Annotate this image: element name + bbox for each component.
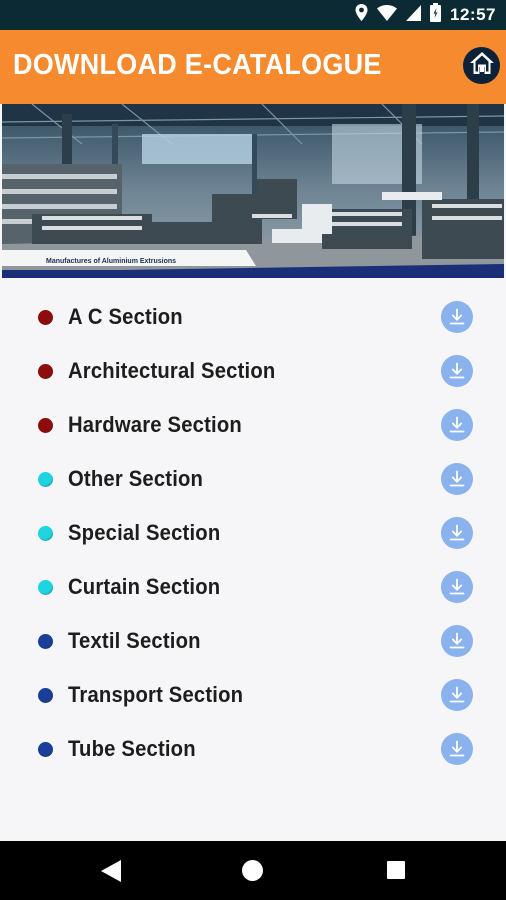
section-label: Textil Section (68, 628, 201, 653)
status-bar: 12:57 (0, 0, 506, 30)
back-icon[interactable] (101, 860, 121, 887)
banner-image: Manufactures of Aluminium Extrusions (2, 104, 504, 278)
signal-icon (406, 4, 422, 26)
app-bar: DOWNLOAD E-CATALOGUE (0, 30, 506, 104)
wifi-icon (377, 4, 398, 26)
download-icon (448, 740, 466, 758)
list-item[interactable]: Tube Section (0, 722, 506, 776)
list-item[interactable]: Hardware Section (0, 398, 506, 452)
download-icon (448, 686, 466, 704)
banner-caption: Manufactures of Aluminium Extrusions (46, 258, 177, 265)
download-icon (448, 416, 466, 434)
bullet-dot-icon (38, 417, 53, 433)
download-button[interactable] (441, 625, 473, 657)
section-label: Hardware Section (68, 412, 242, 437)
download-button[interactable] (441, 517, 473, 549)
download-button[interactable] (441, 301, 473, 333)
list-item[interactable]: A C Section (0, 290, 506, 344)
bullet-dot-icon (38, 579, 53, 595)
download-button[interactable] (441, 571, 473, 603)
bullet-dot-icon (38, 741, 53, 757)
bullet-dot-icon (38, 309, 53, 325)
home-button[interactable] (463, 47, 500, 84)
download-button[interactable] (441, 355, 473, 387)
section-label: Other Section (68, 466, 204, 491)
list-item[interactable]: Transport Section (0, 668, 506, 722)
navigation-bar (0, 841, 506, 900)
bullet-dot-icon (38, 471, 53, 487)
list-item[interactable]: Special Section (0, 506, 506, 560)
status-icons: 12:57 (355, 3, 496, 27)
download-icon (448, 632, 466, 650)
recent-apps-icon[interactable] (387, 861, 405, 879)
download-button[interactable] (441, 409, 473, 441)
download-icon (448, 524, 466, 542)
battery-icon (430, 3, 442, 27)
bullet-dot-icon (38, 363, 53, 379)
list-item[interactable]: Curtain Section (0, 560, 506, 614)
download-icon (448, 362, 466, 380)
status-time: 12:57 (450, 5, 496, 24)
bullet-dot-icon (38, 687, 53, 703)
download-button[interactable] (441, 733, 473, 765)
page-title: DOWNLOAD E-CATALOGUE (13, 49, 382, 81)
home-icon (469, 51, 495, 80)
list-item[interactable]: Textil Section (0, 614, 506, 668)
section-label: Transport Section (68, 682, 244, 707)
location-icon (355, 4, 368, 26)
section-label: Special Section (68, 520, 221, 545)
download-icon (448, 470, 466, 488)
download-button[interactable] (441, 679, 473, 711)
bullet-dot-icon (38, 633, 53, 649)
list-item[interactable]: Other Section (0, 452, 506, 506)
section-label: Tube Section (68, 736, 196, 761)
section-label: A C Section (68, 304, 183, 329)
home-circle-icon[interactable] (242, 860, 263, 881)
section-label: Architectural Section (68, 358, 276, 383)
download-icon (448, 308, 466, 326)
download-icon (448, 578, 466, 596)
section-label: Curtain Section (68, 574, 221, 599)
list-item[interactable]: Architectural Section (0, 344, 506, 398)
download-button[interactable] (441, 463, 473, 495)
bullet-dot-icon (38, 525, 53, 541)
